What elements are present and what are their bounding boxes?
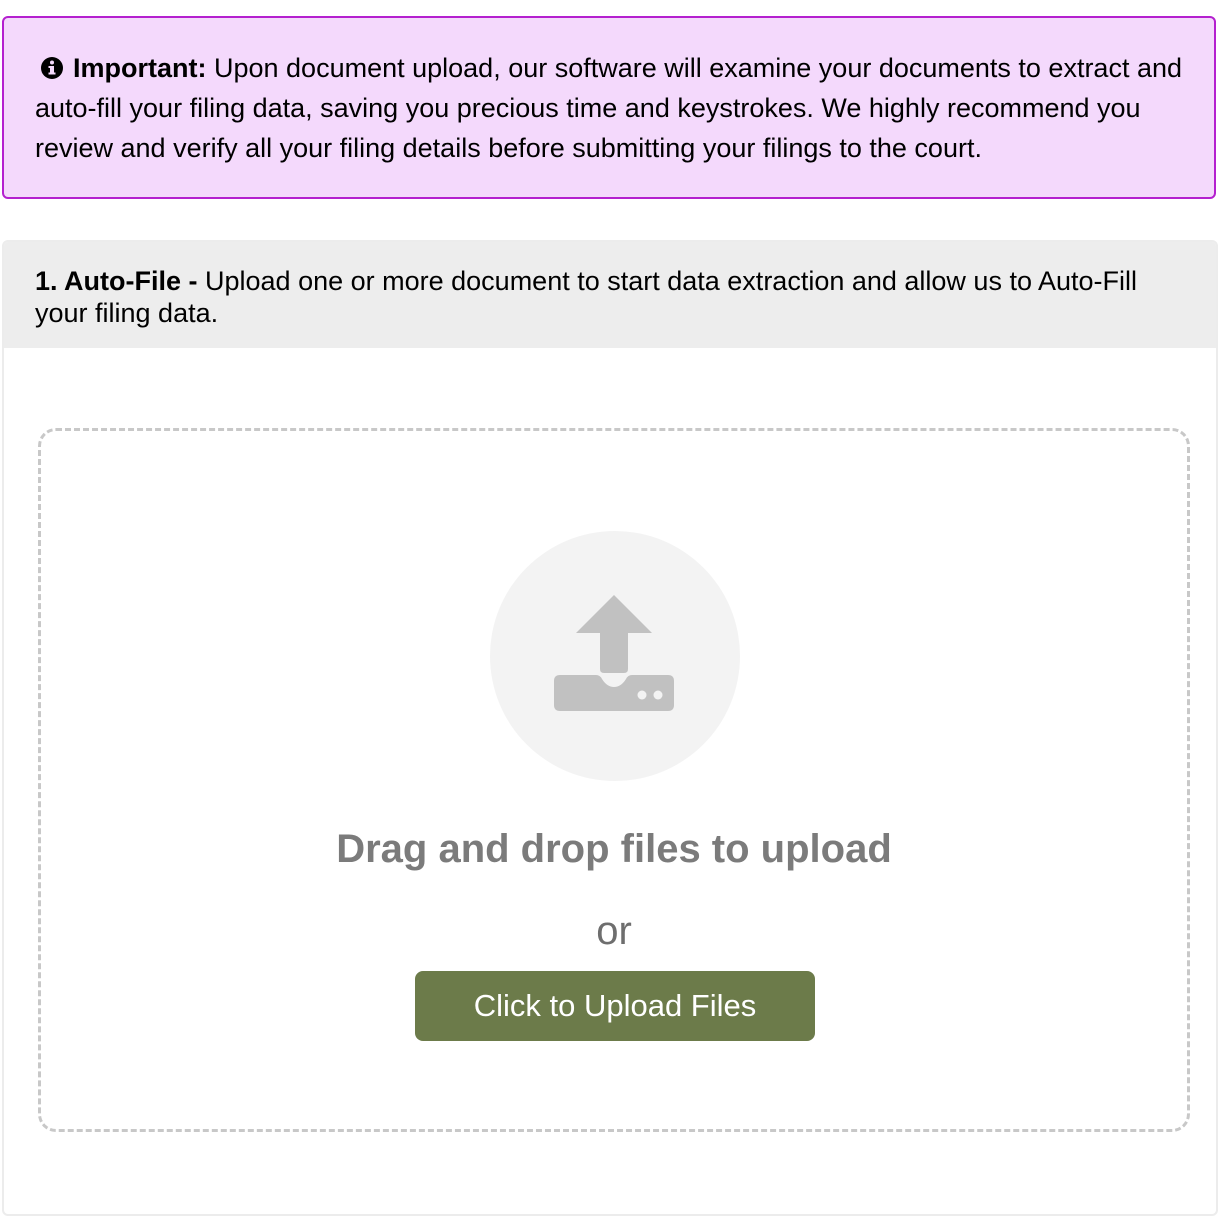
upload-icon <box>554 595 674 711</box>
upload-icon-circle <box>490 531 740 781</box>
notice-text: Upon document upload, our software will … <box>35 53 1183 163</box>
auto-file-header: 1. Auto-File - Upload one or more docume… <box>4 242 1216 348</box>
file-dropzone[interactable]: Drag and drop files to upload or Click t… <box>38 428 1190 1132</box>
notice-label: Important: <box>73 53 207 83</box>
upload-files-button[interactable]: Click to Upload Files <box>415 971 815 1041</box>
step-description: Upload one or more document to start dat… <box>35 266 1138 328</box>
or-text: or <box>596 909 632 953</box>
drag-drop-text: Drag and drop files to upload <box>336 827 892 871</box>
important-notice: Important: Upon document upload, our sof… <box>2 16 1216 199</box>
step-title: 1. Auto-File - <box>35 266 198 296</box>
info-circle-icon <box>41 50 63 79</box>
auto-file-card: 1. Auto-File - Upload one or more docume… <box>2 240 1218 1216</box>
